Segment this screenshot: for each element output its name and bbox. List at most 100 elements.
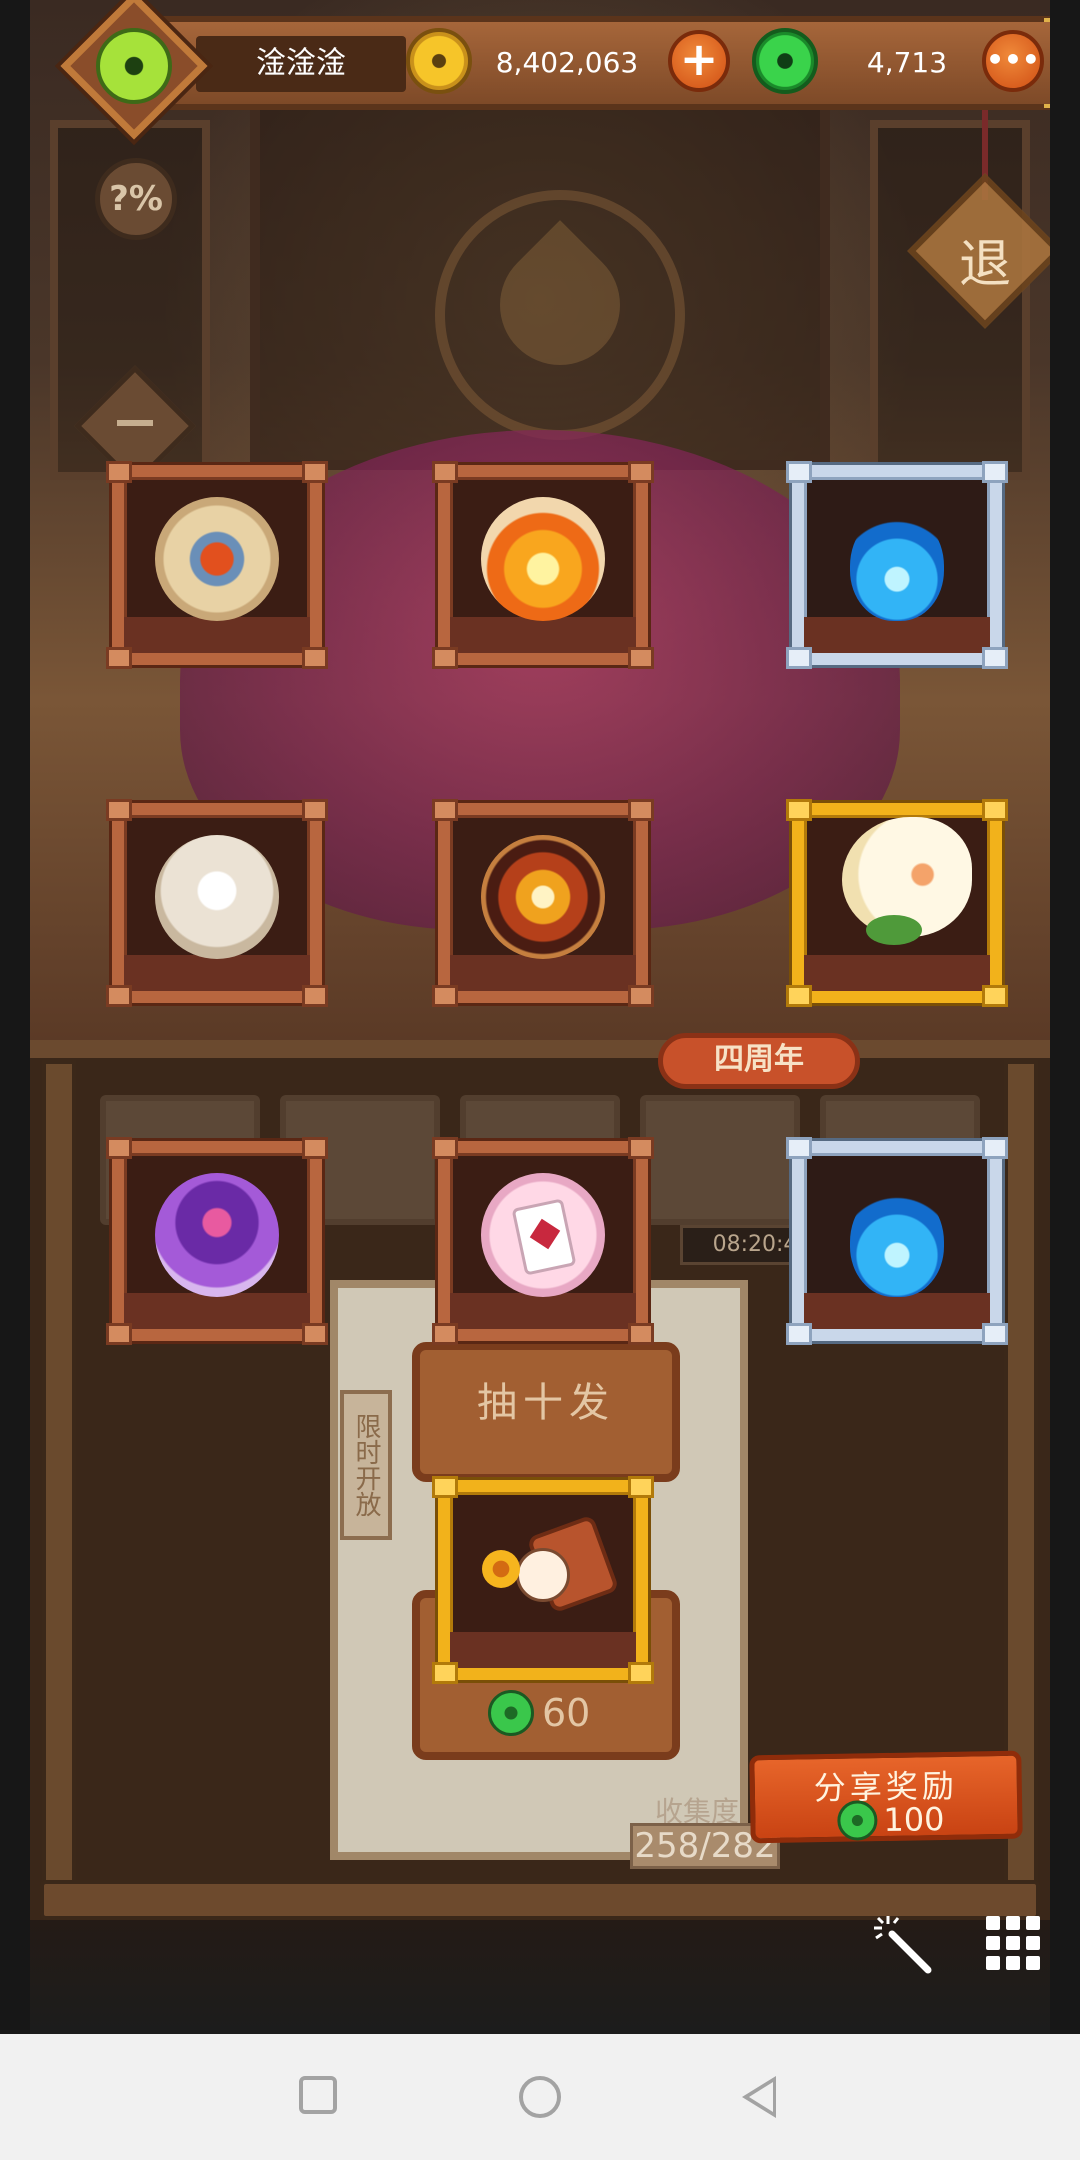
gold-amount: 8,402,063 [495, 46, 639, 79]
frame-nail [106, 799, 132, 821]
corner-decoration [1044, 88, 1050, 108]
reward-item-white-fox-spirit[interactable] [786, 799, 1008, 1007]
gold-coin-icon [406, 28, 472, 94]
flower-icon [482, 1550, 520, 1588]
flame-orb-icon [481, 497, 605, 621]
grid-dot [986, 1956, 1000, 1970]
frame-nail [302, 461, 328, 483]
frame-nail [628, 1662, 654, 1684]
blue-flame-icon [850, 511, 944, 621]
reward-item-diamond-card-orb[interactable] [432, 1137, 654, 1345]
grid-dot [1006, 1916, 1020, 1930]
shelf-post-left [42, 1060, 76, 1900]
player-name: 淦淦淦 [196, 36, 406, 92]
frame-nail [628, 1137, 654, 1159]
single-draw-price-value: 60 [542, 1691, 591, 1735]
reward-item-blue-flame[interactable] [786, 461, 1008, 669]
item-base [124, 955, 310, 991]
frame-nail [628, 1323, 654, 1345]
reward-item-chibi-character[interactable] [432, 1476, 654, 1684]
grid-dot [1026, 1936, 1040, 1950]
jade-coin-icon [837, 1800, 878, 1841]
frame-nail [106, 647, 132, 669]
frame-nail [302, 1137, 328, 1159]
frame-nail [786, 1137, 812, 1159]
anniversary-badge: 四周年 [658, 1033, 860, 1089]
frame-nail [628, 799, 654, 821]
item-base [450, 617, 636, 653]
share-reward-button[interactable]: 分享奖励 100 [749, 1750, 1023, 1844]
frame-nail [302, 799, 328, 821]
frame-nail [628, 647, 654, 669]
ten-draw-label: 抽十发 [477, 1380, 615, 1426]
frame-nail [302, 985, 328, 1007]
reward-item-rune-orb[interactable] [106, 461, 328, 669]
feather-orb-icon [155, 835, 279, 959]
single-draw-price: 60 [488, 1690, 590, 1736]
frame-nail [628, 985, 654, 1007]
item-base [450, 1632, 636, 1668]
more-options-button[interactable]: ••• [982, 30, 1044, 92]
frame-nail [302, 647, 328, 669]
frame-nail [432, 647, 458, 669]
magic-wand-icon[interactable] [870, 1910, 940, 1980]
frame-nail [432, 461, 458, 483]
frame-nail [432, 1476, 458, 1498]
avatar-jade-coin-icon [96, 28, 172, 104]
grid-dot [1006, 1956, 1020, 1970]
grid-menu-icon[interactable] [986, 1916, 1040, 1970]
jade-coin-icon [752, 28, 818, 94]
grid-dot [1006, 1936, 1020, 1950]
frame-nail [432, 1662, 458, 1684]
frame-nail [982, 461, 1008, 483]
background-card [640, 1095, 800, 1225]
chibi-character-icon [516, 1548, 570, 1602]
reward-item-purple-owl-orb[interactable] [106, 1137, 328, 1345]
home-icon[interactable] [519, 2076, 561, 2118]
frame-nail [786, 985, 812, 1007]
reward-item-fire-spirit-orb[interactable] [432, 799, 654, 1007]
frame-nail [302, 1323, 328, 1345]
limited-time-tag: 限时开放 [340, 1390, 392, 1540]
item-base [450, 955, 636, 991]
share-reward-amount: 100 [837, 1799, 945, 1841]
reward-item-feather-orb[interactable] [106, 799, 328, 1007]
ten-draw-button[interactable]: 抽十发 [412, 1342, 680, 1482]
frame-nail [628, 1476, 654, 1498]
item-base [124, 617, 310, 653]
reward-item-blue-flame[interactable] [786, 1137, 1008, 1345]
item-base [804, 617, 990, 653]
minus-icon [117, 420, 153, 426]
reward-item-flame-orb[interactable] [432, 461, 654, 669]
game-screen: 四周年 08:20:4 限时开放 抽十发 60 收集度 258/282 分享奖励… [0, 0, 1080, 2160]
purple-owl-orb-icon [155, 1173, 279, 1297]
resource-header: 淦淦淦 8,402,063 + 4,713 ••• [150, 16, 1050, 110]
jade-coin-icon [488, 1690, 534, 1736]
frame-nail [982, 647, 1008, 669]
add-gold-button[interactable]: + [668, 30, 730, 92]
game-viewport: 四周年 08:20:4 限时开放 抽十发 60 收集度 258/282 分享奖励… [30, 0, 1050, 2034]
frame-nail [786, 647, 812, 669]
item-base [804, 955, 990, 991]
frame-nail [432, 1137, 458, 1159]
frame-nail [982, 1137, 1008, 1159]
recent-apps-icon[interactable] [299, 2076, 337, 2114]
frame-nail [106, 1137, 132, 1159]
jade-amount: 4,713 [866, 46, 948, 79]
grid-dot [986, 1936, 1000, 1950]
grid-dot [1026, 1916, 1040, 1930]
rune-orb-icon [155, 497, 279, 621]
leaf-icon [866, 915, 922, 945]
frame-nail [432, 799, 458, 821]
back-icon-inner [749, 2082, 773, 2112]
frame-nail [982, 799, 1008, 821]
corner-decoration [1044, 18, 1050, 38]
frame-nail [106, 461, 132, 483]
drop-rate-button[interactable]: ?% [95, 158, 177, 240]
frame-nail [432, 1323, 458, 1345]
frame-nail [786, 461, 812, 483]
fire-spirit-orb-icon [481, 835, 605, 959]
frame-nail [106, 1323, 132, 1345]
frame-nail [432, 985, 458, 1007]
frame-nail [982, 1323, 1008, 1345]
